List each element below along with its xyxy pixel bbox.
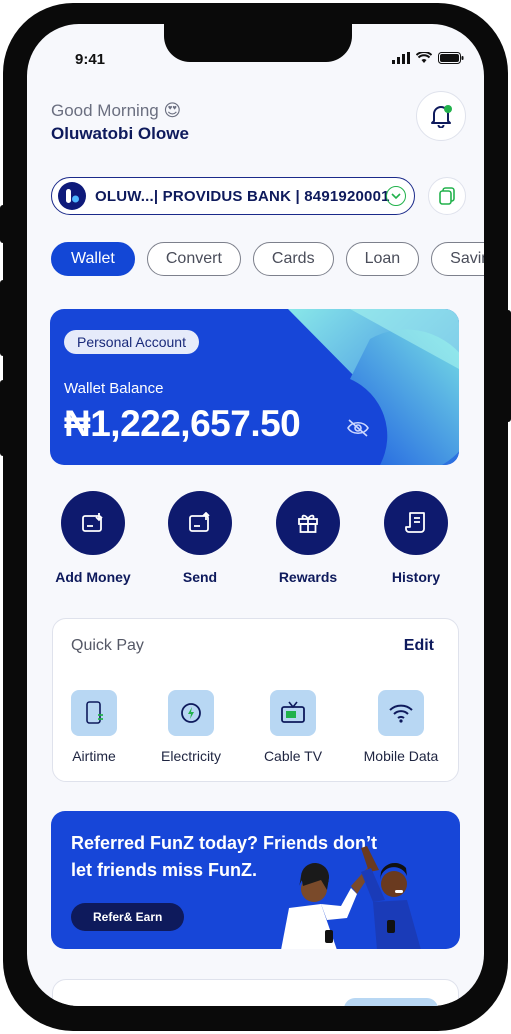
add-money-icon: [61, 491, 125, 555]
account-selector[interactable]: OLUW...| PROVIDUS BANK | 8491920001: [51, 177, 415, 215]
electricity-label: Electricity: [161, 748, 221, 764]
send-button[interactable]: Send: [155, 491, 245, 585]
greeting-text: Good Morning 😍: [51, 101, 181, 121]
status-icons: [392, 52, 464, 64]
history-label: History: [391, 569, 441, 585]
add-money-label: Add Money: [55, 569, 131, 585]
copy-icon: [439, 187, 455, 205]
mobile-data-label: Mobile Data: [363, 748, 439, 764]
account-details: OLUW...| PROVIDUS BANK | 8491920001: [95, 187, 390, 205]
user-name: Oluwatobi Olowe: [51, 124, 189, 143]
period-filter-pill[interactable]: [344, 998, 438, 1006]
wallet-balance-amount: ₦1,222,657.50: [64, 403, 301, 444]
tab-wallet[interactable]: Wallet: [51, 242, 135, 276]
copy-account-button[interactable]: [428, 177, 466, 215]
next-section-card: [52, 979, 459, 1006]
quick-pay-cable-tv[interactable]: Cable TV: [243, 690, 343, 764]
tab-savings[interactable]: Savings: [431, 242, 484, 276]
receipt-icon: [384, 491, 448, 555]
add-money-button[interactable]: Add Money: [48, 491, 138, 585]
bank-logo-icon: [58, 182, 86, 210]
greeting-emoji-icon: 😍: [163, 101, 182, 120]
tab-cards[interactable]: Cards: [252, 242, 334, 276]
phone-notch: [164, 24, 352, 62]
electricity-icon: [168, 690, 214, 736]
gift-icon: [276, 491, 340, 555]
section-tabs: Wallet Convert Cards Loan Savings: [51, 242, 484, 278]
rewards-label: Rewards: [278, 569, 338, 585]
phone-volume-up-button: [0, 280, 8, 356]
hide-balance-eye-icon[interactable]: [346, 419, 370, 437]
phone-power-button: [503, 310, 511, 422]
cable-tv-label: Cable TV: [263, 748, 323, 764]
referral-banner: Referred FunZ today? Friends don’t let f…: [51, 811, 460, 949]
phone-icon: [71, 690, 117, 736]
history-button[interactable]: History: [371, 491, 461, 585]
tab-loan[interactable]: Loan: [345, 242, 420, 276]
tab-convert[interactable]: Convert: [146, 242, 241, 276]
send-icon: [168, 491, 232, 555]
airtime-label: Airtime: [72, 748, 116, 764]
rewards-button[interactable]: Rewards: [263, 491, 353, 585]
quick-pay-mobile-data[interactable]: Mobile Data: [351, 690, 451, 764]
cellular-signal-icon: [392, 52, 410, 64]
account-type-badge: Personal Account: [64, 330, 199, 354]
notification-dot: [444, 105, 452, 113]
refer-earn-button[interactable]: Refer& Earn: [71, 903, 185, 931]
wifi-icon: [378, 690, 424, 736]
wifi-status-icon: [416, 52, 432, 63]
tv-icon: [270, 690, 316, 736]
quick-pay-airtime[interactable]: Airtime: [44, 690, 144, 764]
quick-pay-electricity[interactable]: Electricity: [141, 690, 241, 764]
notifications-button[interactable]: [416, 91, 466, 141]
greeting-label: Good Morning: [51, 101, 159, 120]
status-time: 9:41: [75, 51, 106, 68]
quick-pay-title: Quick Pay: [71, 637, 144, 654]
quick-pay-edit-button[interactable]: Edit: [404, 637, 434, 655]
chevron-down-icon: [386, 186, 406, 206]
battery-icon: [438, 52, 464, 64]
app-screen: 9:41 Good Morning 😍 Oluwatobi Olowe OLUW…: [27, 24, 484, 1006]
wallet-balance-card: Personal Account Wallet Balance ₦1,222,6…: [50, 309, 459, 465]
phone-side-button: [0, 205, 8, 243]
friends-illustration: [281, 846, 421, 949]
wallet-balance-label: Wallet Balance: [64, 380, 164, 397]
quick-actions: Add Money Send Rewards History: [51, 491, 461, 585]
quick-pay-card: Quick Pay Edit Airtime Electricity Cable…: [52, 618, 459, 782]
phone-volume-down-button: [0, 380, 8, 456]
send-label: Send: [182, 569, 218, 585]
